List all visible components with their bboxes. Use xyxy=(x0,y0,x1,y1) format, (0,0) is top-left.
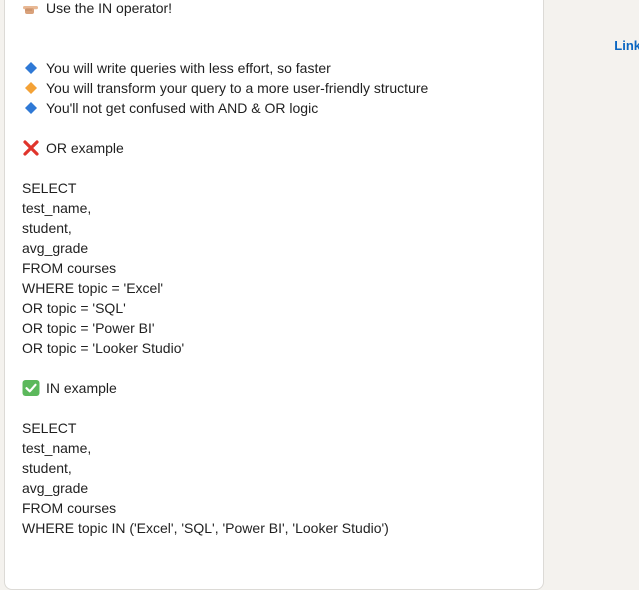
side-panel: Link xyxy=(546,0,639,566)
query-line: SELECT xyxy=(22,420,77,436)
green-check-icon xyxy=(22,380,40,396)
query-line: avg_grade xyxy=(22,480,89,496)
intro-text: Use the IN operator! xyxy=(46,0,173,16)
pointing-hand-icon xyxy=(22,0,40,16)
blue-diamond-icon xyxy=(22,100,40,116)
or-query-block: SELECT test_name, student, avg_grade FRO… xyxy=(22,178,537,358)
query-line: FROM courses xyxy=(22,500,117,516)
query-line: student, xyxy=(22,220,72,236)
query-line: student, xyxy=(22,460,72,476)
benefit-item: You'll not get confused with AND & OR lo… xyxy=(22,98,537,118)
post-card: Use the IN operator! You will write quer… xyxy=(4,0,544,590)
benefit-item: You will write queries with less effort,… xyxy=(22,58,537,78)
query-line: OR topic = 'Looker Studio' xyxy=(22,340,185,356)
query-line: SELECT xyxy=(22,180,77,196)
query-line: OR topic = 'SQL' xyxy=(22,300,126,316)
in-query-block: SELECT test_name, student, avg_grade FRO… xyxy=(22,418,537,538)
benefit-item: You will transform your query to a more … xyxy=(22,78,537,98)
or-heading-text: OR example xyxy=(46,140,124,156)
query-line: WHERE topic = 'Excel' xyxy=(22,280,164,296)
in-heading-text: IN example xyxy=(46,380,117,396)
side-link[interactable]: Link xyxy=(614,38,639,53)
benefit-text: You'll not get confused with AND & OR lo… xyxy=(46,100,319,116)
query-line: WHERE topic IN ('Excel', 'SQL', 'Power B… xyxy=(22,520,389,536)
red-cross-icon xyxy=(22,140,40,156)
benefit-text: You will transform your query to a more … xyxy=(46,80,429,96)
query-line: OR topic = 'Power BI' xyxy=(22,320,155,336)
query-line: test_name, xyxy=(22,200,92,216)
benefit-text: You will write queries with less effort,… xyxy=(46,60,331,76)
query-line: avg_grade xyxy=(22,240,89,256)
or-example-heading: OR example xyxy=(22,138,537,158)
intro-line: Use the IN operator! xyxy=(22,0,537,18)
in-example-heading: IN example xyxy=(22,378,537,398)
post-body: Use the IN operator! You will write quer… xyxy=(22,0,537,538)
orange-diamond-icon xyxy=(22,80,40,96)
blue-diamond-icon xyxy=(22,60,40,76)
query-line: FROM courses xyxy=(22,260,117,276)
query-line: test_name, xyxy=(22,440,92,456)
